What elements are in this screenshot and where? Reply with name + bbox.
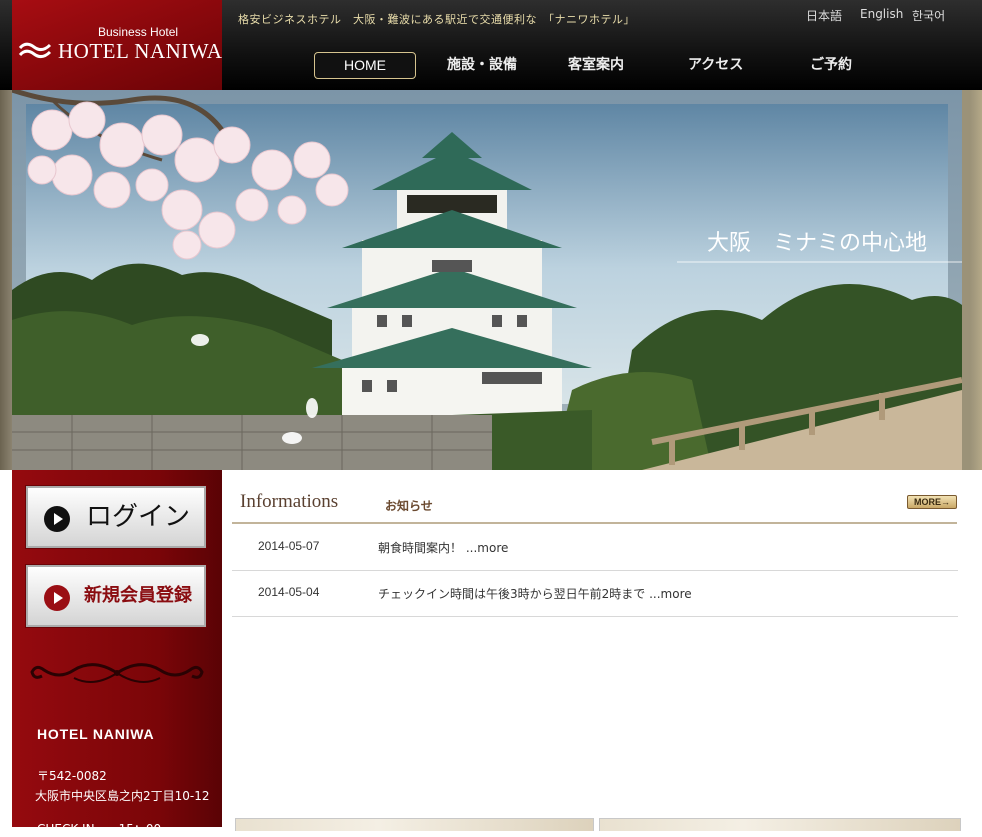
sidebar: ログイン 新規会員登録 HOTEL NANIWA 〒542-0082 大阪市中央…	[12, 470, 222, 836]
hero-caption: 大阪 ミナミの中心地	[707, 231, 927, 256]
more-button[interactable]: MORE→	[907, 495, 957, 509]
play-arrow-icon	[44, 585, 70, 611]
news-date: 2014-05-04	[258, 585, 320, 599]
lang-english-link[interactable]: English	[860, 7, 903, 21]
register-label: 新規会員登録	[84, 585, 192, 606]
lang-japanese-link[interactable]: 日本語	[806, 7, 842, 24]
informations-subtitle: お知らせ	[385, 499, 433, 513]
login-button[interactable]: ログイン	[26, 486, 206, 548]
wave-logo-icon	[18, 42, 52, 59]
sidebar-address: 大阪市中央区島之内2丁目10-12	[35, 789, 210, 803]
promo-banner-right[interactable]	[599, 818, 961, 831]
hotel-logo[interactable]: Business Hotel HOTEL NANIWA	[12, 0, 222, 90]
news-row: 2014-05-04 チェックイン時間は午後3時から翌日午前2時まで ...mo…	[232, 570, 958, 617]
news-title: 朝食時間案内！ ...more	[378, 539, 508, 556]
promo-banner-left[interactable]	[235, 818, 594, 831]
login-label: ログイン	[86, 502, 191, 532]
lang-korean-link[interactable]: 한국어	[912, 7, 945, 24]
nav-facilities[interactable]: 施設・設備	[447, 54, 517, 74]
news-date: 2014-05-07	[258, 539, 320, 553]
logo-title: HOTEL NANIWA	[58, 39, 223, 63]
news-title: チェックイン時間は午後3時から翌日午前2時まで ...more	[378, 585, 692, 602]
sidebar-postal-code: 〒542-0082	[37, 769, 107, 783]
header: Business Hotel HOTEL NANIWA 格安ビジネスホテル 大阪…	[0, 0, 982, 90]
play-arrow-icon	[44, 506, 70, 532]
nav-home[interactable]: HOME	[314, 52, 416, 79]
register-button[interactable]: 新規会員登録	[26, 565, 206, 627]
news-title-text: 朝食時間案内！	[378, 541, 463, 555]
osaka-castle-image: 大阪 ミナミの中心地	[12, 90, 962, 470]
news-title-text: チェックイン時間は午後3時から翌日午前2時まで	[378, 587, 646, 601]
sidebar-checkin-time: CHECK IN 15：00	[37, 822, 162, 836]
ornament-divider-icon	[30, 663, 204, 683]
nav-rooms[interactable]: 客室案内	[568, 54, 624, 74]
nav-access[interactable]: アクセス	[688, 54, 743, 74]
nav-reservation[interactable]: ご予約	[810, 54, 852, 74]
news-more-link[interactable]: ...more	[466, 541, 509, 555]
informations-title: Informations	[240, 491, 339, 512]
hero-banner: 大阪 ミナミの中心地	[0, 90, 982, 470]
header-tagline: 格安ビジネスホテル 大阪・難波にある駅近で交通便利な 「ナニワホテル」	[238, 13, 635, 26]
news-more-link[interactable]: ...more	[649, 587, 692, 601]
sidebar-hotel-name: HOTEL NANIWA	[37, 726, 155, 742]
main-content: Informations お知らせ MORE→ 2014-05-07 朝食時間案…	[222, 470, 982, 831]
news-row: 2014-05-07 朝食時間案内！ ...more	[232, 524, 958, 571]
logo-subtitle: Business Hotel	[98, 25, 179, 39]
